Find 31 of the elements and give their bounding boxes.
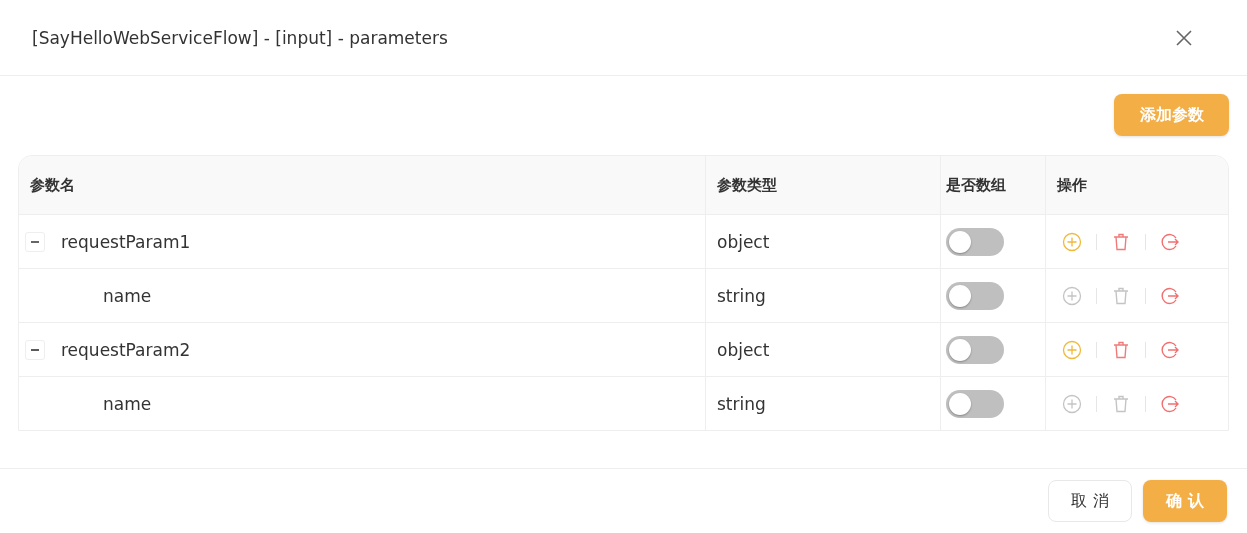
confirm-button[interactable]: 确 认 — [1143, 480, 1227, 522]
close-icon[interactable] — [1175, 28, 1193, 47]
exit-icon[interactable] — [1160, 285, 1180, 306]
add-parameter-button[interactable]: 添加参数 — [1114, 94, 1229, 136]
parameter-name: name — [103, 393, 152, 414]
parameter-type: string — [717, 393, 766, 414]
exit-icon[interactable] — [1160, 231, 1180, 252]
parameter-type: object — [717, 231, 770, 252]
trash-icon[interactable] — [1111, 339, 1131, 360]
add-icon[interactable] — [1062, 339, 1082, 360]
parameter-type: object — [717, 339, 770, 360]
column-header: 是否数组 — [941, 156, 1046, 214]
add-icon[interactable] — [1062, 231, 1082, 252]
parameter-name: requestParam1 — [61, 231, 191, 252]
parameter-name: requestParam2 — [61, 339, 191, 360]
array-switch[interactable] — [946, 389, 1004, 418]
column-header: 操作 — [1056, 174, 1088, 196]
column-header: 参数类型 — [706, 156, 941, 214]
collapse-toggle[interactable] — [25, 231, 45, 252]
parameter-name: name — [103, 285, 152, 306]
trash-icon[interactable] — [1111, 231, 1131, 252]
column-header: 参数名 — [19, 156, 706, 214]
exit-icon[interactable] — [1160, 339, 1180, 360]
array-switch[interactable] — [946, 335, 1004, 364]
parameter-type: string — [717, 285, 766, 306]
cancel-button[interactable]: 取 消 — [1048, 480, 1132, 522]
collapse-toggle[interactable] — [25, 339, 45, 360]
exit-icon[interactable] — [1160, 393, 1180, 414]
dialog-title: [SayHelloWebServiceFlow] - [input] - parameters — [32, 27, 448, 48]
array-switch[interactable] — [946, 281, 1004, 310]
array-switch[interactable] — [946, 227, 1004, 256]
